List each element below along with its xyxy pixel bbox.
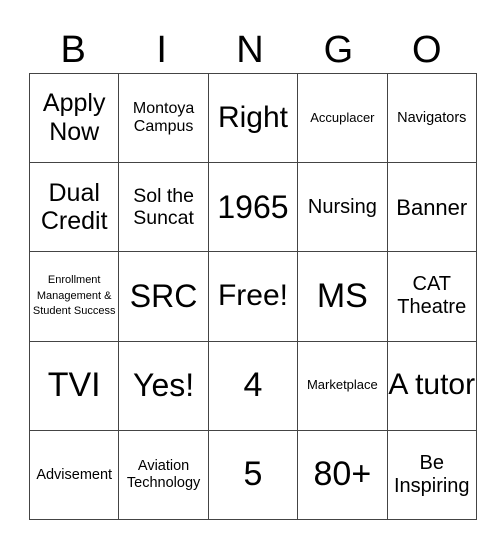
bingo-cell[interactable]: Accuplacer bbox=[297, 72, 388, 164]
header-letter-n: N bbox=[236, 29, 264, 71]
bingo-cell[interactable]: Aviation Technology bbox=[118, 429, 209, 520]
header-letter-g: G bbox=[323, 29, 354, 71]
bingo-cell[interactable]: Be Inspiring bbox=[386, 429, 477, 520]
bingo-cell[interactable]: Marketplace bbox=[297, 340, 388, 431]
bingo-header: B I N G O bbox=[29, 28, 471, 72]
bingo-cell[interactable]: Sol the Suncat bbox=[118, 162, 209, 253]
bingo-cell[interactable]: Montoya Campus bbox=[118, 72, 209, 164]
header-letter-o: O bbox=[412, 29, 442, 71]
bingo-cell[interactable]: Navigators bbox=[386, 72, 477, 164]
board-row: Dual Credit Sol the Suncat 1965 Nursing … bbox=[28, 162, 477, 253]
bingo-cell[interactable]: MS bbox=[297, 251, 388, 342]
board-row: Advisement Aviation Technology 5 80+ Be … bbox=[28, 429, 477, 520]
bingo-cell[interactable]: Banner bbox=[386, 162, 477, 253]
board-row: Enrollment Management & Student Success … bbox=[28, 251, 477, 342]
bingo-cell[interactable]: Right bbox=[207, 72, 299, 164]
bingo-cell[interactable]: Free! bbox=[207, 251, 299, 342]
bingo-cell[interactable]: Advisement bbox=[28, 429, 120, 520]
bingo-cell[interactable]: TVI bbox=[28, 340, 120, 431]
bingo-cell[interactable]: 1965 bbox=[207, 162, 299, 253]
bingo-cell[interactable]: Dual Credit bbox=[28, 162, 120, 253]
bingo-cell[interactable]: Yes! bbox=[118, 340, 209, 431]
bingo-cell[interactable]: 80+ bbox=[297, 429, 388, 520]
header-letter-b: B bbox=[60, 29, 86, 71]
board-row: TVI Yes! 4 Marketplace A tutor bbox=[28, 340, 477, 431]
board-row: Apply Now Montoya Campus Right Accuplace… bbox=[28, 72, 477, 164]
bingo-cell[interactable]: Apply Now bbox=[28, 72, 120, 164]
bingo-cell[interactable]: 5 bbox=[207, 429, 299, 520]
bingo-cell[interactable]: 4 bbox=[207, 340, 299, 431]
header-letter-i: I bbox=[156, 29, 167, 71]
bingo-cell[interactable]: A tutor bbox=[386, 340, 477, 431]
bingo-cell[interactable]: CAT Theatre bbox=[386, 251, 477, 342]
bingo-cell[interactable]: Enrollment Management & Student Success bbox=[28, 251, 120, 342]
bingo-cell[interactable]: SRC bbox=[118, 251, 209, 342]
bingo-board: Apply Now Montoya Campus Right Accuplace… bbox=[28, 72, 477, 520]
bingo-cell[interactable]: Nursing bbox=[297, 162, 388, 253]
